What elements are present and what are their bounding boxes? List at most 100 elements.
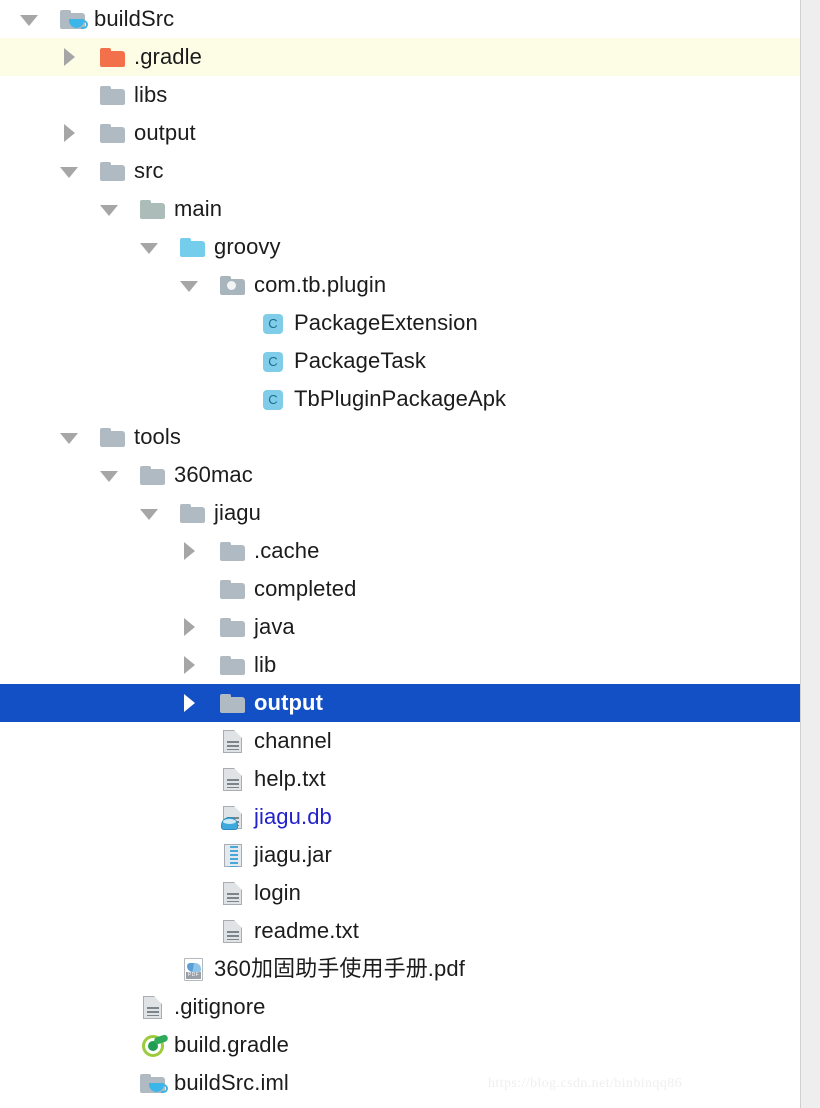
tree-row-label: src [134, 158, 164, 183]
chevron-down-icon[interactable] [60, 433, 78, 444]
tree-row[interactable]: .gitignore [0, 988, 801, 1026]
vertical-scrollbar[interactable] [800, 0, 820, 1108]
tree-row[interactable]: main [0, 190, 801, 228]
class-icon: C [260, 310, 286, 336]
tree-row[interactable]: buildSrc [0, 0, 801, 38]
tree-row-label: java [254, 614, 295, 639]
tree-row-label: login [254, 880, 301, 905]
tree-row-label: completed [254, 576, 357, 601]
file-text-icon [220, 880, 246, 906]
tree-row-label: 360加固助手使用手册.pdf [214, 956, 465, 981]
tree-row-label: com.tb.plugin [254, 272, 387, 297]
package-folder-icon [220, 272, 246, 298]
chevron-right-icon[interactable] [64, 48, 75, 66]
module-folder-icon [140, 1070, 168, 1096]
tree-row[interactable]: output [0, 114, 801, 152]
tree-row-label: .gradle [134, 44, 202, 69]
folder-gray-icon [220, 538, 246, 564]
file-pdf-icon: PDF [180, 956, 206, 982]
chevron-right-icon[interactable] [184, 694, 195, 712]
tree-row-label: buildSrc.iml [174, 1070, 289, 1095]
file-text-icon [220, 728, 246, 754]
tree-row-label: help.txt [254, 766, 326, 791]
tree-row-label: 360mac [174, 462, 253, 487]
file-text-icon [220, 766, 246, 792]
tree-row[interactable]: help.txt [0, 760, 801, 798]
folder-gray-icon [140, 462, 166, 488]
tree-row[interactable]: build.gradle [0, 1026, 801, 1064]
chevron-right-icon[interactable] [64, 124, 75, 142]
tree-row-label: buildSrc [94, 6, 175, 31]
folder-orange-icon [100, 44, 126, 70]
module-folder-icon [60, 6, 88, 32]
chevron-right-icon[interactable] [184, 656, 195, 674]
chevron-right-icon[interactable] [184, 542, 195, 560]
chevron-down-icon[interactable] [60, 167, 78, 178]
tree-row-label: TbPluginPackageApk [294, 386, 507, 411]
tree-row[interactable]: login [0, 874, 801, 912]
tree-row[interactable]: java [0, 608, 801, 646]
tree-row[interactable]: .cache [0, 532, 801, 570]
tree-row[interactable]: .gradle [0, 38, 801, 76]
tree-row-label: output [254, 690, 324, 715]
tree-row[interactable]: readme.txt [0, 912, 801, 950]
tree-row[interactable]: com.tb.plugin [0, 266, 801, 304]
file-text-icon [140, 994, 166, 1020]
tree-row[interactable]: output [0, 684, 801, 722]
tree-row[interactable]: src [0, 152, 801, 190]
chevron-right-icon[interactable] [184, 618, 195, 636]
folder-source-icon [180, 234, 206, 260]
folder-gray-icon [220, 576, 246, 602]
tree-row[interactable]: jiagu.jar [0, 836, 801, 874]
tree-row[interactable]: completed [0, 570, 801, 608]
folder-gray-icon [220, 614, 246, 640]
folder-gray-icon [220, 690, 246, 716]
tree-row-label: lib [254, 652, 277, 677]
folder-gray-icon [100, 120, 126, 146]
folder-gray-icon [100, 424, 126, 450]
tree-row[interactable]: C TbPluginPackageApk [0, 380, 801, 418]
folder-sage-icon [140, 196, 166, 222]
tree-row-label: PackageTask [294, 348, 426, 373]
chevron-down-icon[interactable] [140, 509, 158, 520]
tree-row-label: build.gradle [174, 1032, 289, 1057]
tree-row-label: libs [134, 82, 168, 107]
tree-row[interactable]: libs [0, 76, 801, 114]
project-tree[interactable]: buildSrc .gradle libs output src main groovy co… [0, 0, 801, 1108]
chevron-down-icon[interactable] [180, 281, 198, 292]
tree-row-label: jiagu.jar [254, 842, 332, 867]
tree-row[interactable]: jiagu [0, 494, 801, 532]
tree-row[interactable]: jiagu.db [0, 798, 801, 836]
tree-row-label: tools [134, 424, 181, 449]
watermark-text: https://blog.csdn.net/binbinqq86 [488, 1076, 683, 1091]
tree-row[interactable]: 360mac [0, 456, 801, 494]
chevron-down-icon[interactable] [100, 205, 118, 216]
tree-row-label: .gitignore [174, 994, 266, 1019]
tree-row-label: channel [254, 728, 332, 753]
tree-row[interactable]: groovy [0, 228, 801, 266]
tree-row-label: PackageExtension [294, 310, 478, 335]
folder-gray-icon [180, 500, 206, 526]
tree-row[interactable]: lib [0, 646, 801, 684]
tree-row-label: groovy [214, 234, 281, 259]
tree-row[interactable]: tools [0, 418, 801, 456]
tree-row[interactable]: channel [0, 722, 801, 760]
tree-row[interactable]: PDF 360加固助手使用手册.pdf [0, 950, 801, 988]
tree-row[interactable]: C PackageExtension [0, 304, 801, 342]
tree-row[interactable]: C PackageTask [0, 342, 801, 380]
tree-row-label: .cache [254, 538, 320, 563]
folder-gray-icon [100, 82, 126, 108]
file-text-icon [220, 918, 246, 944]
folder-gray-icon [220, 652, 246, 678]
tree-row-label: output [134, 120, 196, 145]
tree-row-label: main [174, 196, 223, 221]
tree-row-label: readme.txt [254, 918, 359, 943]
chevron-down-icon[interactable] [20, 15, 38, 26]
tree-row-label: jiagu [214, 500, 261, 525]
chevron-down-icon[interactable] [100, 471, 118, 482]
class-icon: C [260, 348, 286, 374]
file-jar-icon [220, 842, 246, 868]
chevron-down-icon[interactable] [140, 243, 158, 254]
tree-row-label: jiagu.db [254, 804, 332, 829]
folder-gray-icon [100, 158, 126, 184]
